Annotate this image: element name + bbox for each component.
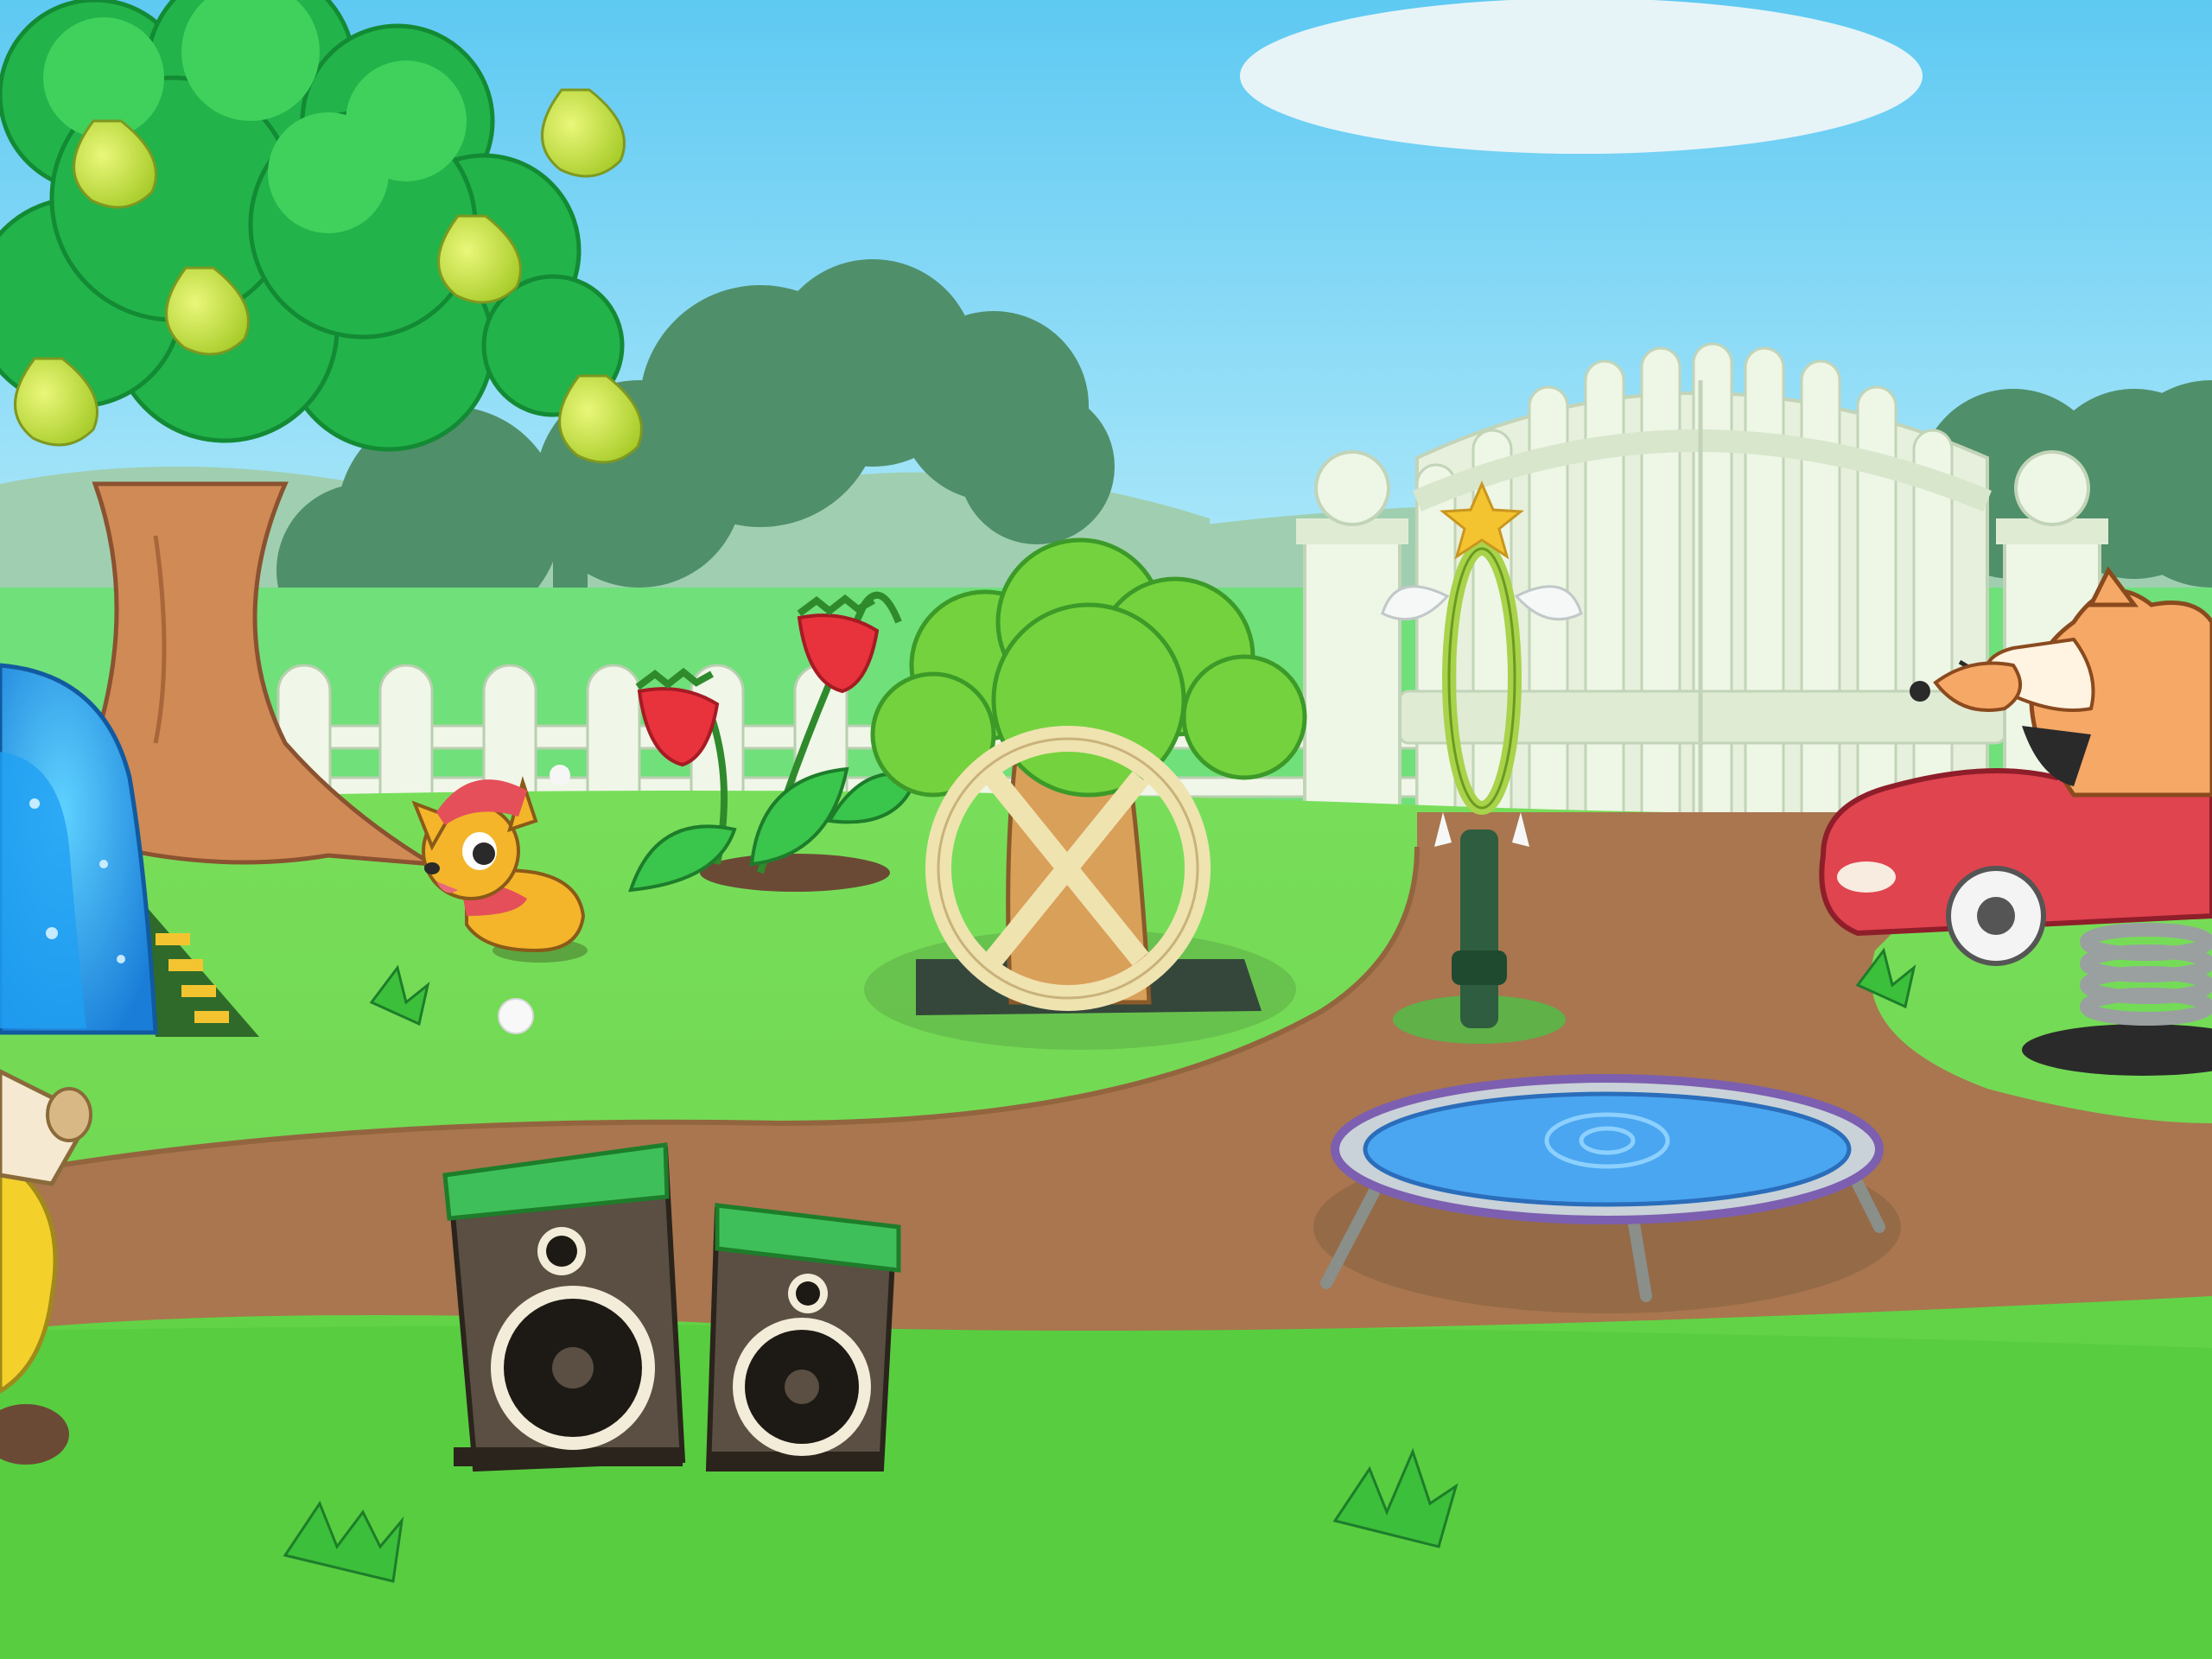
trampoline-icon[interactable]: [1313, 1074, 1901, 1313]
lawn-lower: [0, 1325, 2212, 1659]
cloud: [1240, 0, 1923, 154]
game-scene[interactable]: [0, 0, 2212, 1659]
ball-icon[interactable]: [498, 998, 534, 1034]
backyard-playground: [0, 0, 2212, 1659]
